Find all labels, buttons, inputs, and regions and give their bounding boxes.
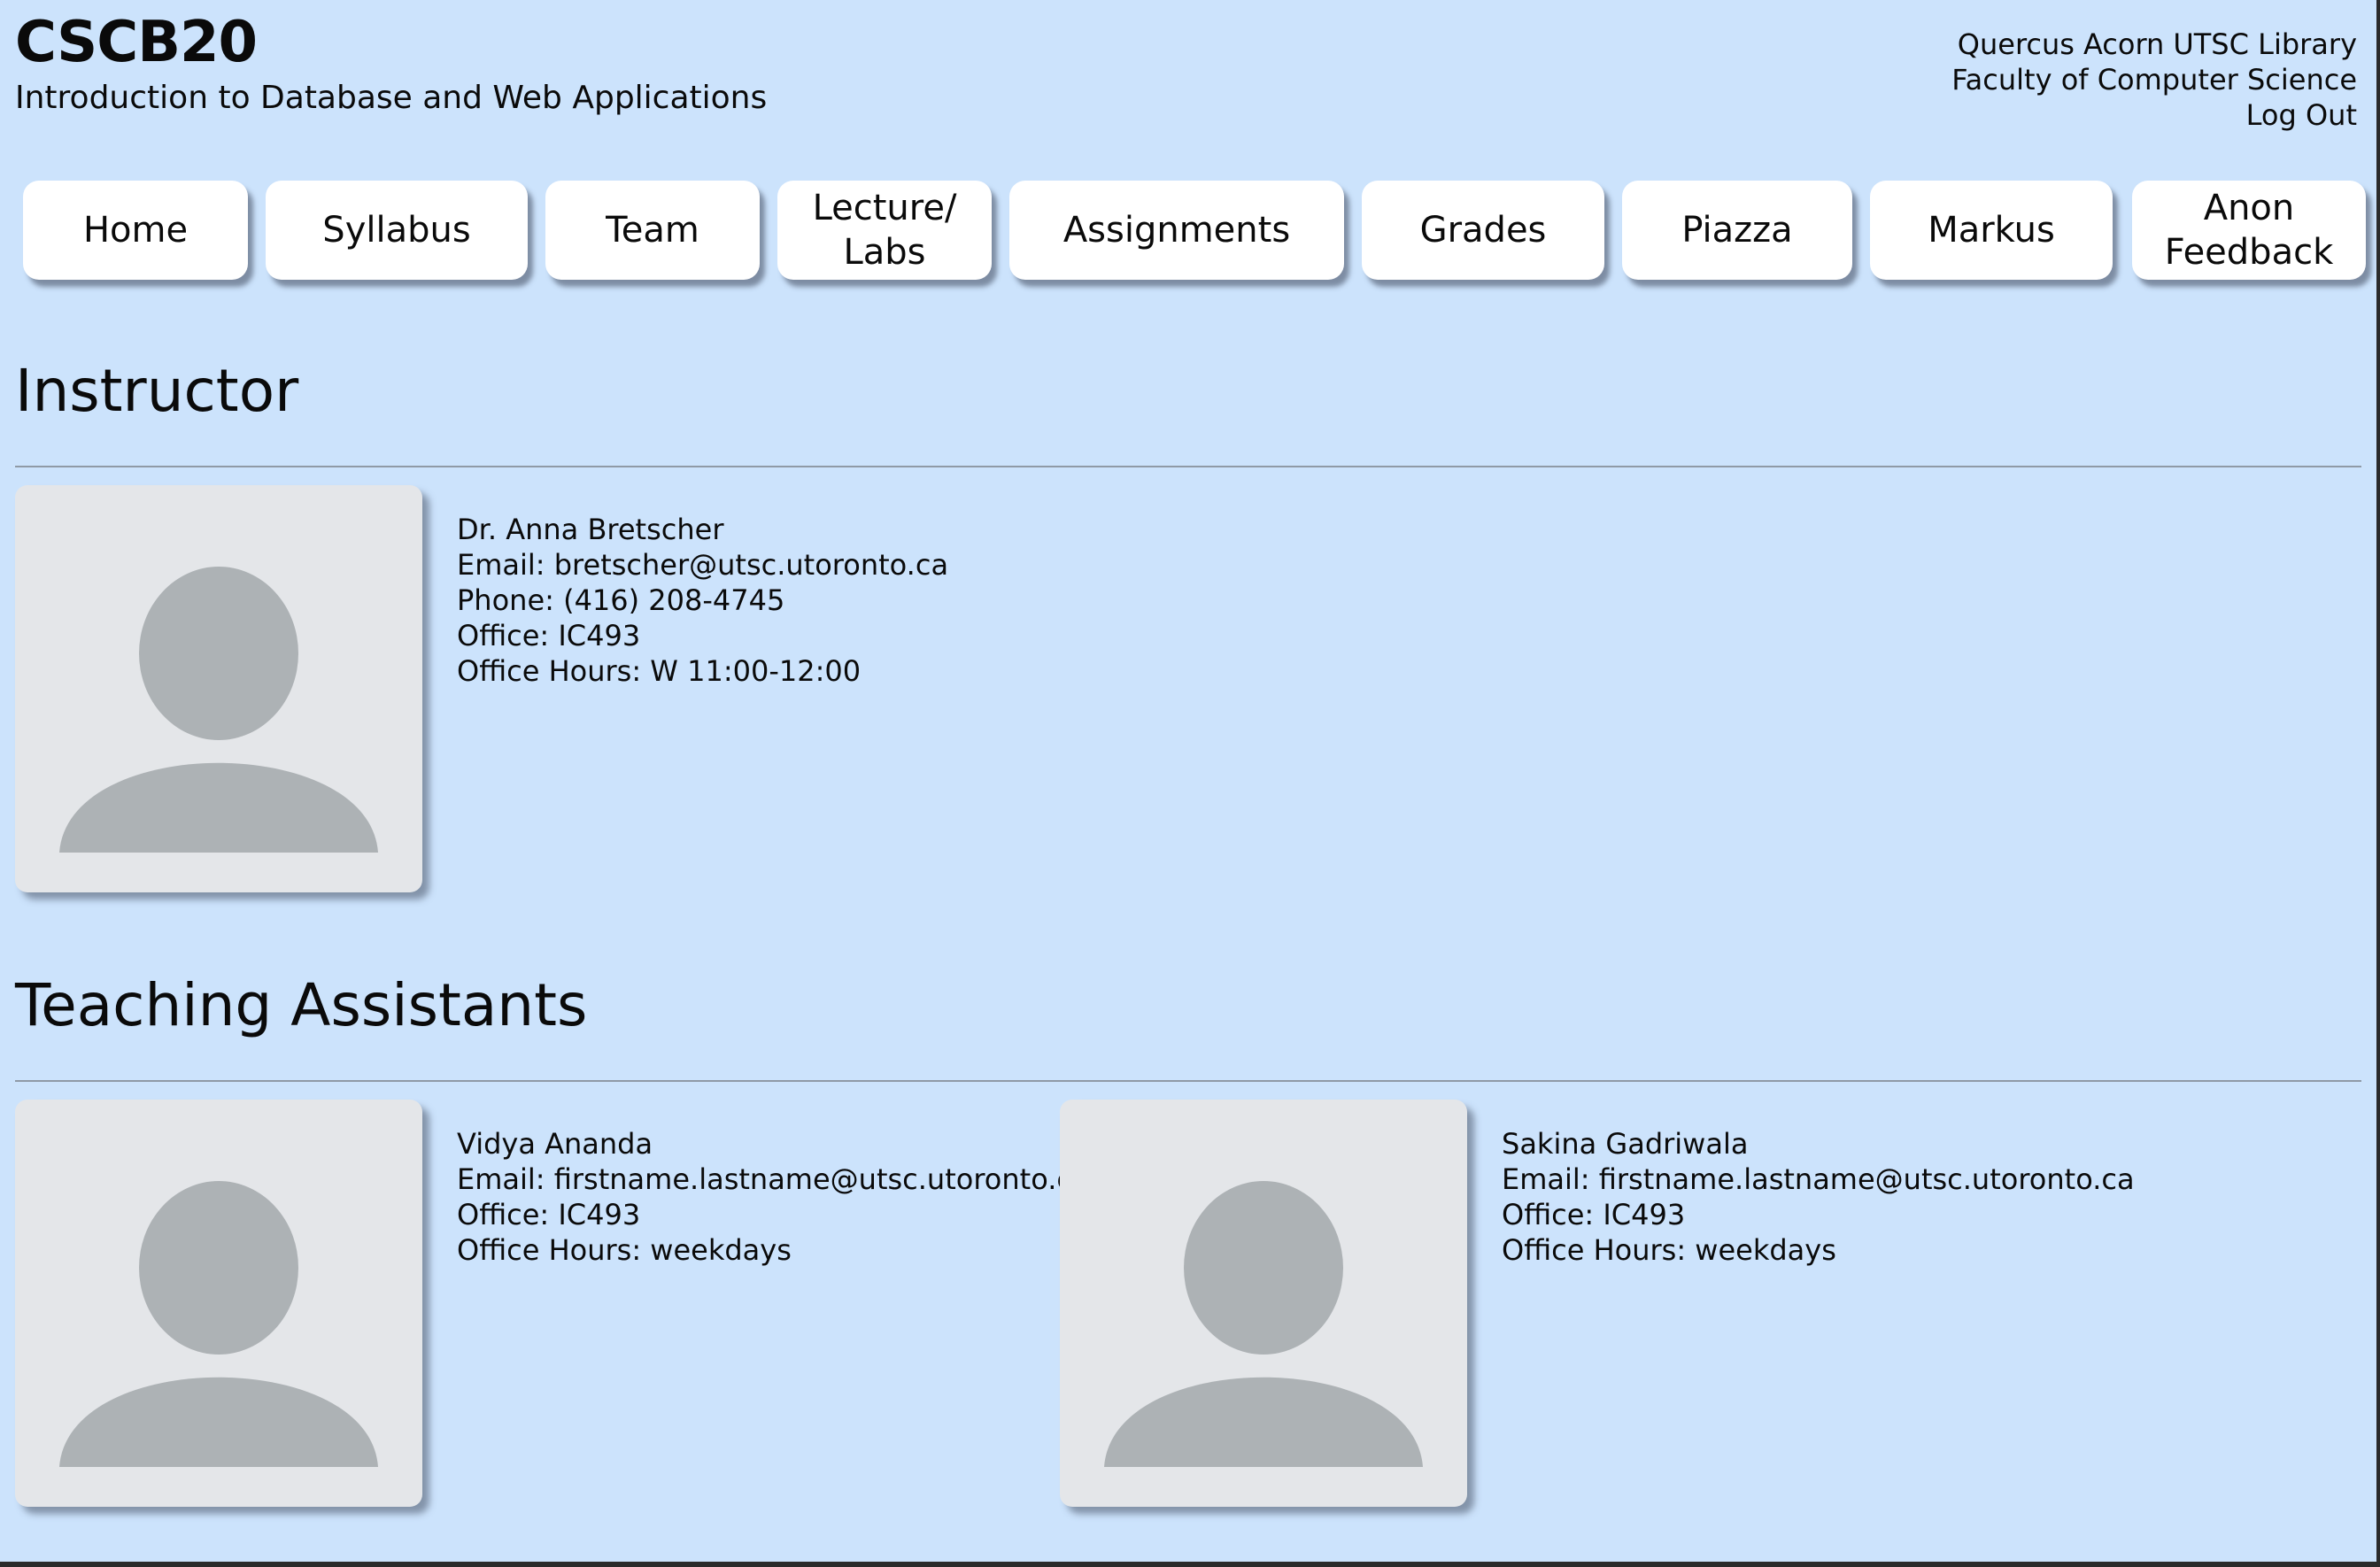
instructor-email: Email: bretscher@utsc.utoronto.ca <box>457 548 949 582</box>
nav-anon-feedback-line-2: Feedback <box>2164 232 2334 273</box>
top-links: Quercus Acorn UTSC Library Faculty of Comp… <box>1951 27 2357 133</box>
nav-lecture-labs-line-2: Labs <box>843 232 926 273</box>
nav-team-button[interactable]: Team <box>545 181 760 280</box>
nav-piazza-button[interactable]: Piazza <box>1622 181 1852 280</box>
utsc-library-link[interactable]: UTSC Library <box>2173 27 2357 61</box>
ta-2-hours: Office Hours: weekdays <box>1502 1233 1836 1267</box>
instructor-divider <box>15 466 2361 467</box>
nav-assignments-button[interactable]: Assignments <box>1009 181 1344 280</box>
site-subtitle: Introduction to Database and Web Applica… <box>15 80 768 116</box>
nav-piazza-label: Piazza <box>1681 210 1793 251</box>
person-placeholder-icon <box>1104 1181 1423 1467</box>
acorn-link[interactable]: Acorn <box>2083 27 2164 61</box>
ta-card-2 <box>1060 1100 1467 1507</box>
nav-team-label: Team <box>606 210 699 251</box>
nav-markus-button[interactable]: Markus <box>1870 181 2113 280</box>
ta-divider <box>15 1080 2361 1082</box>
ta-1-office: Office: IC493 <box>457 1198 641 1231</box>
instructor-office: Office: IC493 <box>457 619 641 652</box>
nav-syllabus-button[interactable]: Syllabus <box>266 181 528 280</box>
instructor-info: Dr. Anna Bretscher Email: bretscher@utsc… <box>457 512 948 689</box>
instructor-card <box>15 485 422 892</box>
window-frame-bottom <box>0 1562 2380 1567</box>
log-out-link[interactable]: Log Out <box>2246 98 2357 132</box>
instructor-name: Dr. Anna Bretscher <box>457 513 724 546</box>
instructor-heading: Instructor <box>15 357 299 425</box>
nav-grades-label: Grades <box>1419 210 1547 251</box>
ta-2-email: Email: firstname.lastname@utsc.utoronto.… <box>1502 1162 2135 1196</box>
ta-1-info: Vidya Ananda Email: firstname.lastname@u… <box>457 1126 1090 1268</box>
nav-anon-feedback-line-1: Anon <box>2203 188 2295 228</box>
ta-1-avatar <box>15 1100 422 1507</box>
nav-anon-feedback-label: Anon Feedback <box>2165 186 2334 274</box>
person-placeholder-icon <box>59 1181 378 1467</box>
nav-lecture-labs-line-1: Lecture/ <box>812 188 957 228</box>
ta-1-hours: Office Hours: weekdays <box>457 1233 792 1267</box>
nav-home-button[interactable]: Home <box>23 181 248 280</box>
window-frame-right <box>2376 0 2380 1567</box>
quercus-link[interactable]: Quercus <box>1958 27 2075 61</box>
nav-syllabus-label: Syllabus <box>322 210 471 251</box>
top-links-row-3: Log Out <box>1951 97 2357 133</box>
person-placeholder-icon <box>59 567 378 853</box>
ta-card-1 <box>15 1100 422 1507</box>
ta-2-avatar <box>1060 1100 1467 1507</box>
instructor-phone: Phone: (416) 208-4745 <box>457 583 785 617</box>
ta-1-email: Email: firstname.lastname@utsc.utoronto.… <box>457 1162 1090 1196</box>
instructor-avatar <box>15 485 422 892</box>
nav-markus-label: Markus <box>1928 210 2055 251</box>
top-links-row-2: Faculty of Computer Science <box>1951 62 2357 97</box>
ta-2-info: Sakina Gadriwala Email: firstname.lastna… <box>1502 1126 2135 1268</box>
nav-anon-feedback-button[interactable]: Anon Feedback <box>2132 181 2366 280</box>
faculty-cs-link[interactable]: Faculty of Computer Science <box>1951 63 2357 96</box>
nav-home-label: Home <box>82 210 189 251</box>
instructor-hours: Office Hours: W 11:00-12:00 <box>457 654 862 688</box>
ta-1-name: Vidya Ananda <box>457 1127 653 1161</box>
nav-lecture-labs-button[interactable]: Lecture/ Labs <box>777 181 992 280</box>
nav-grades-button[interactable]: Grades <box>1362 181 1604 280</box>
top-links-row-1: Quercus Acorn UTSC Library <box>1951 27 2357 62</box>
ta-heading: Teaching Assistants <box>15 971 588 1039</box>
site-title: CSCB20 <box>15 10 258 75</box>
ta-2-name: Sakina Gadriwala <box>1502 1127 1749 1161</box>
nav-assignments-label: Assignments <box>1062 210 1291 251</box>
ta-2-office: Office: IC493 <box>1502 1198 1686 1231</box>
nav-lecture-labs-label: Lecture/ Labs <box>813 186 957 274</box>
